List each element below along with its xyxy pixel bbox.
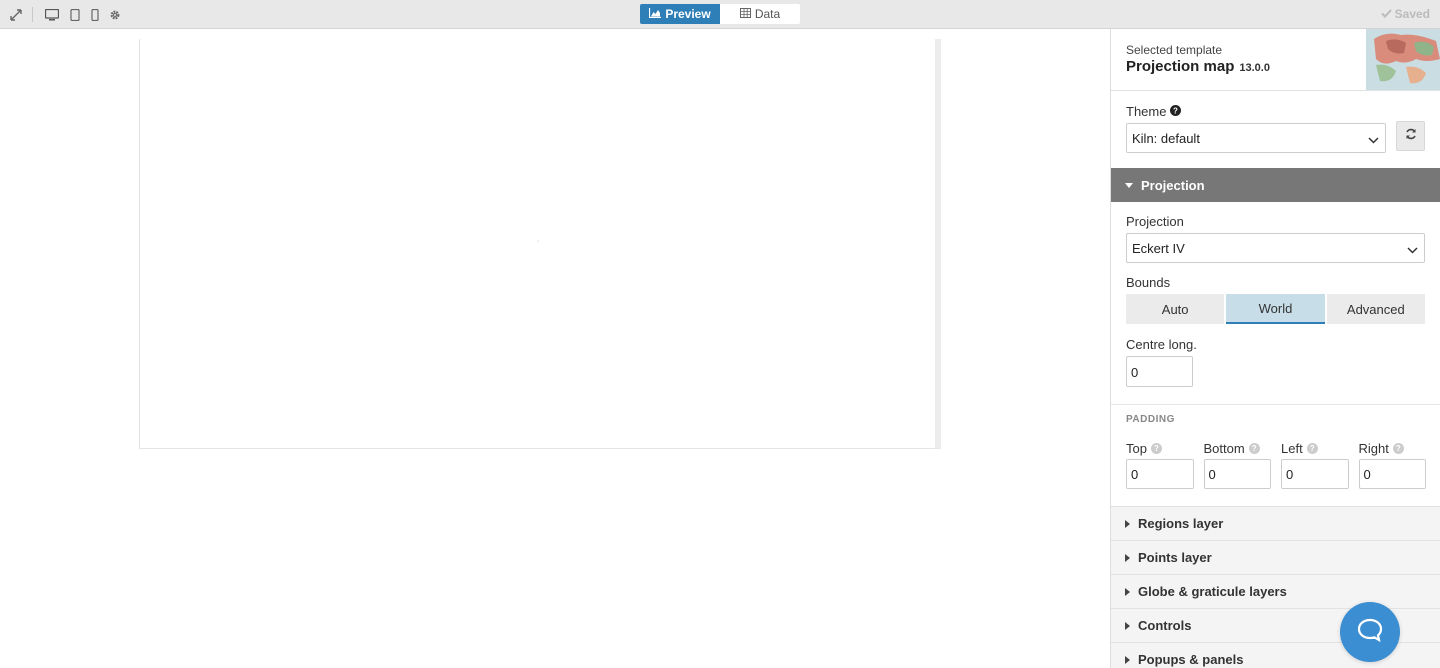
- desktop-icon[interactable]: [45, 8, 59, 22]
- refresh-theme-button[interactable]: [1396, 121, 1425, 151]
- section-projection-title: Projection: [1141, 177, 1205, 193]
- padding-right-label: Right: [1358, 441, 1389, 456]
- padding-right-input[interactable]: 0: [1358, 459, 1426, 489]
- section-points-layer-header[interactable]: Points layer: [1111, 541, 1440, 575]
- saved-status: Saved: [1380, 7, 1430, 21]
- help-icon[interactable]: ?: [1170, 104, 1182, 119]
- template-thumbnail: [1366, 29, 1440, 90]
- selected-template[interactable]: Selected template Projection map 13.0.0: [1111, 29, 1440, 91]
- chat-icon: [1357, 618, 1383, 647]
- fullscreen-icon[interactable]: [9, 8, 23, 22]
- padding-top-label-row: Top ?: [1126, 441, 1194, 456]
- section-popups-panels-title: Popups & panels: [1138, 652, 1244, 667]
- padding-fields: Top ? 0 Bottom ? 0 Left ? 0 Right ? 0: [1126, 441, 1427, 489]
- padding-title: PADDING: [1126, 414, 1175, 425]
- padding-left-label: Left: [1281, 441, 1303, 456]
- template-version: 13.0.0: [1239, 62, 1270, 74]
- help-icon[interactable]: ?: [1150, 443, 1162, 454]
- padding-top-label: Top: [1126, 441, 1147, 456]
- section-regions-layer-title: Regions layer: [1138, 516, 1224, 531]
- table-icon: [739, 7, 751, 21]
- centre-long-label: Centre long.: [1126, 337, 1197, 352]
- toolbar-divider: [32, 7, 33, 22]
- projection-select-value: Eckert IV: [1132, 241, 1185, 256]
- view-tabs: Preview Data: [640, 4, 800, 24]
- theme-label-row: Theme ?: [1126, 104, 1425, 119]
- map-placeholder-dot: [537, 240, 539, 242]
- chevron-down-icon: [1368, 132, 1379, 147]
- theme-label: Theme: [1126, 104, 1167, 119]
- tablet-icon[interactable]: [68, 8, 82, 22]
- bounds-world-button[interactable]: World: [1226, 294, 1325, 324]
- padding-bottom-label-row: Bottom ?: [1204, 441, 1272, 456]
- refresh-icon: [1405, 127, 1417, 145]
- projection-select[interactable]: Eckert IV: [1126, 233, 1425, 263]
- padding-bottom-input[interactable]: 0: [1203, 459, 1271, 489]
- caret-right-icon: [1125, 519, 1130, 528]
- top-toolbar: Preview Data Saved: [0, 0, 1440, 29]
- bounds-auto-button[interactable]: Auto: [1126, 294, 1225, 324]
- padding-right-label-row: Right ?: [1359, 441, 1427, 456]
- gear-icon[interactable]: [108, 8, 122, 22]
- bounds-segmented-control: Auto World Advanced: [1126, 294, 1425, 324]
- padding-bottom: Bottom ? 0: [1203, 441, 1272, 489]
- help-icon[interactable]: ?: [1392, 443, 1404, 454]
- section-points-layer-title: Points layer: [1138, 550, 1212, 565]
- centre-long-input[interactable]: 0: [1126, 356, 1193, 387]
- tab-preview-label: Preview: [665, 7, 711, 21]
- padding-left-label-row: Left ?: [1281, 441, 1349, 456]
- chevron-down-icon: [1407, 242, 1418, 257]
- tab-preview[interactable]: Preview: [640, 4, 720, 24]
- preview-area: [0, 29, 1110, 668]
- tab-data-label: Data: [754, 7, 781, 21]
- chat-button[interactable]: [1340, 602, 1400, 662]
- settings-sidebar: Selected template Projection map 13.0.0 T…: [1110, 29, 1440, 668]
- padding-left: Left ? 0: [1281, 441, 1349, 489]
- padding-top: Top ? 0: [1126, 441, 1194, 489]
- template-name: Projection map: [1126, 58, 1235, 75]
- tab-data[interactable]: Data: [720, 4, 800, 24]
- bounds-label: Bounds: [1126, 275, 1171, 290]
- help-icon[interactable]: ?: [1248, 443, 1260, 454]
- caret-down-icon: [1125, 182, 1133, 188]
- padding-top-input[interactable]: 0: [1126, 459, 1194, 489]
- section-globe-graticule-header[interactable]: Globe & graticule layers: [1111, 575, 1440, 609]
- section-globe-graticule-title: Globe & graticule layers: [1138, 584, 1287, 599]
- saved-label: Saved: [1394, 7, 1430, 21]
- section-controls-title: Controls: [1138, 618, 1192, 633]
- caret-right-icon: [1125, 553, 1130, 562]
- caret-right-icon: [1125, 621, 1130, 630]
- theme-select-value: Kiln: default: [1132, 131, 1200, 146]
- theme-block: Theme ? Kiln: default: [1111, 91, 1440, 168]
- caret-right-icon: [1125, 587, 1130, 596]
- caret-right-icon: [1125, 655, 1130, 664]
- padding-left-input[interactable]: 0: [1281, 459, 1349, 489]
- projection-label: Projection: [1126, 214, 1184, 229]
- section-regions-layer-header[interactable]: Regions layer: [1111, 507, 1440, 541]
- map-preview-canvas[interactable]: [139, 39, 941, 449]
- padding-right: Right ? 0: [1358, 441, 1427, 489]
- section-projection-header[interactable]: Projection: [1111, 168, 1440, 202]
- bounds-advanced-button[interactable]: Advanced: [1326, 294, 1425, 324]
- mobile-icon[interactable]: [88, 8, 102, 22]
- theme-select[interactable]: Kiln: default: [1126, 123, 1386, 153]
- projection-settings: Projection Eckert IV Bounds Auto World A…: [1111, 202, 1440, 489]
- check-icon: [1380, 7, 1392, 21]
- section-divider: [1111, 404, 1440, 405]
- area-chart-icon: [649, 7, 662, 21]
- padding-bottom-label: Bottom: [1203, 441, 1245, 456]
- help-icon[interactable]: ?: [1306, 443, 1318, 454]
- svg-text:?: ?: [1174, 107, 1179, 116]
